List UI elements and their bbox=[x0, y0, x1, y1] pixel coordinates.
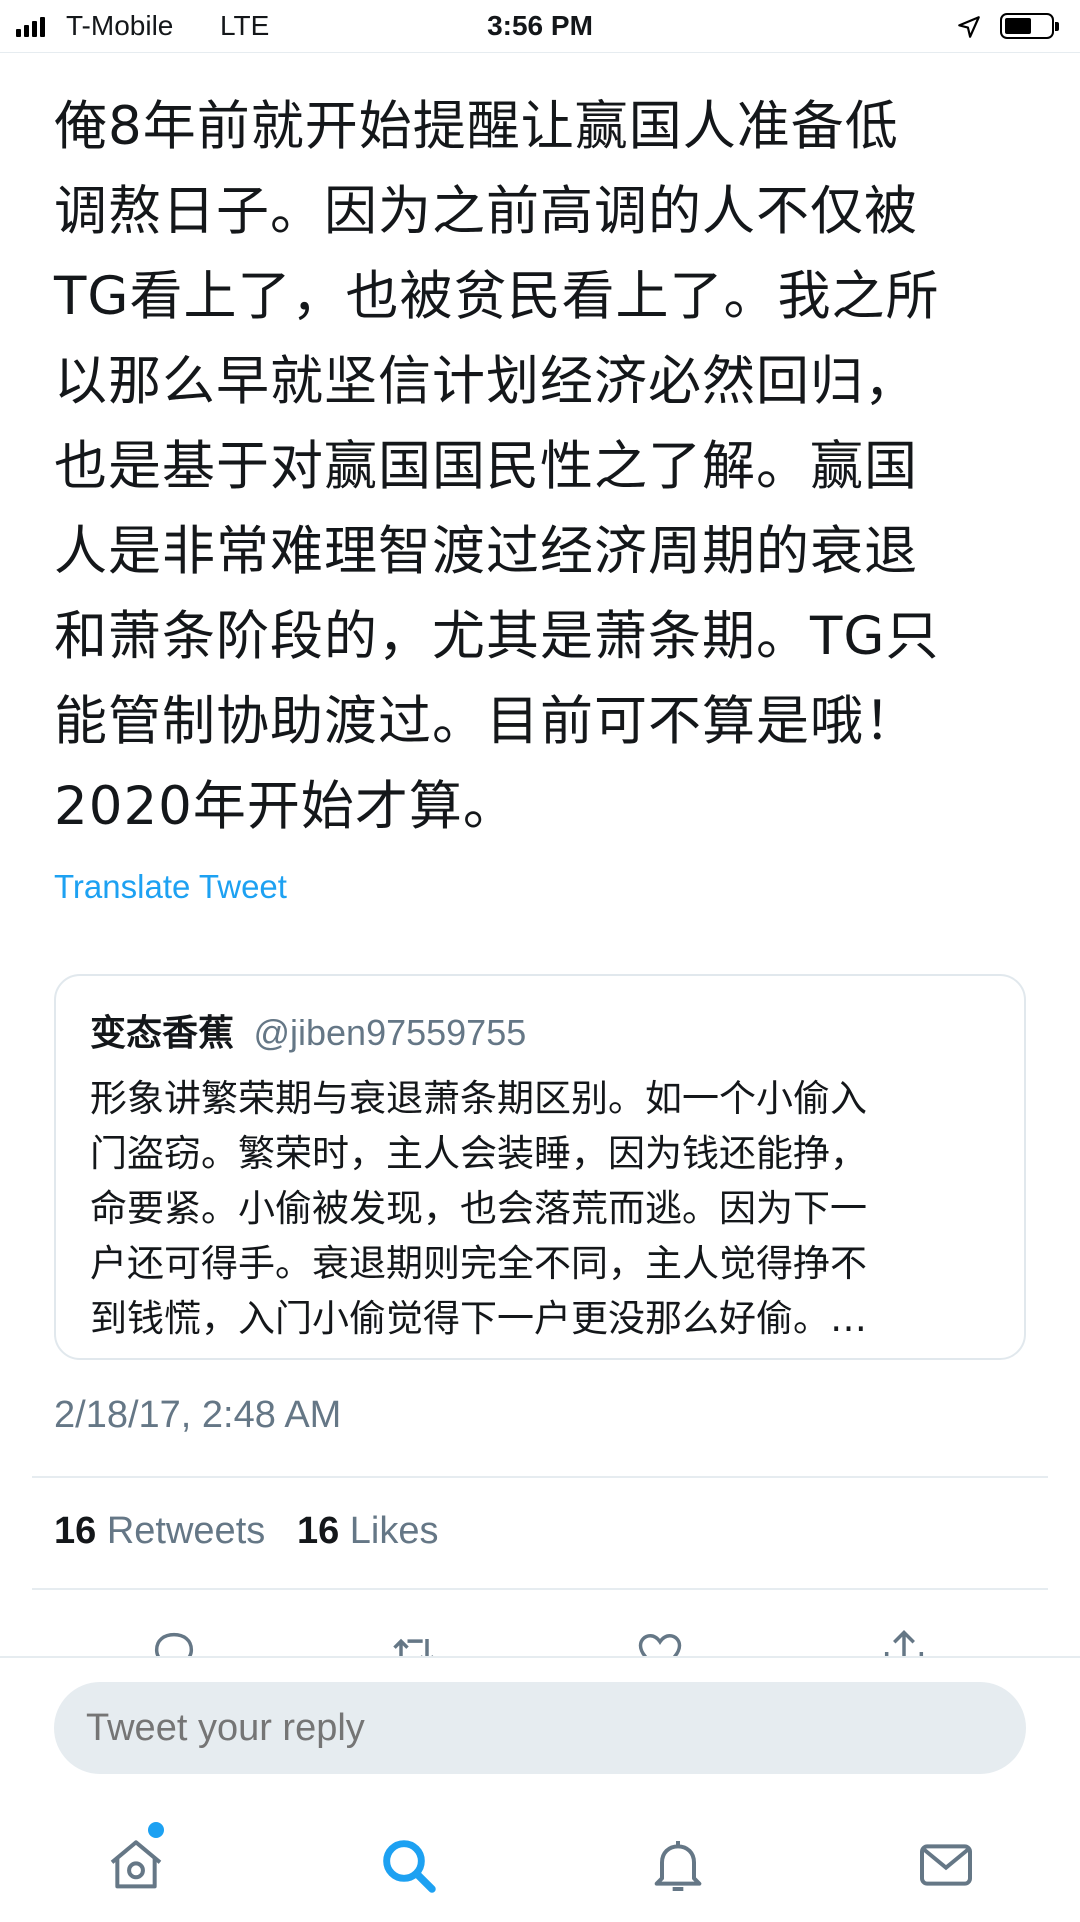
quoted-text-line: 到钱慌，入门小偷觉得下一户更没那么好偷。… bbox=[90, 1297, 867, 1340]
quoted-tweet-header: 变态香蕉 @jiben97559755 bbox=[90, 1004, 526, 1056]
reply-icon[interactable] bbox=[148, 1626, 200, 1658]
quoted-text-line: 门盗窃。繁荣时，主人会装睡，因为钱还能挣， bbox=[90, 1132, 867, 1175]
retweets-count: 16 bbox=[54, 1510, 97, 1552]
location-arrow-icon bbox=[958, 16, 980, 38]
tweet-text: 俺8年前就开始提醒让赢国人准备低 调熬日子。因为之前高调的人不仅被 TG看上了，… bbox=[54, 84, 1034, 849]
quoted-tweet-text: 形象讲繁荣期与衰退萧条期区别。如一个小偷入 门盗窃。繁荣时，主人会装睡，因为钱还… bbox=[90, 1071, 1000, 1346]
battery-icon bbox=[1000, 13, 1059, 39]
messages-icon[interactable] bbox=[914, 1833, 978, 1897]
tweet-text-line: 调熬日子。因为之前高调的人不仅被 bbox=[54, 181, 918, 242]
translate-tweet-link[interactable]: Translate Tweet bbox=[54, 868, 287, 906]
reply-bar bbox=[0, 1656, 1080, 1922]
retweets-label: Retweets bbox=[106, 1510, 266, 1552]
tweet-actions bbox=[0, 1618, 1080, 1658]
tweet-stats: 16 Retweets 16 Likes bbox=[54, 1510, 439, 1553]
quoted-author-handle: @jiben97559755 bbox=[253, 1012, 527, 1053]
likes-stat[interactable]: 16 Likes bbox=[297, 1510, 439, 1552]
retweet-icon[interactable] bbox=[388, 1626, 440, 1658]
status-time: 3:56 PM bbox=[487, 10, 593, 41]
like-icon[interactable] bbox=[634, 1626, 686, 1658]
divider bbox=[32, 1588, 1048, 1590]
retweets-stat[interactable]: 16 Retweets bbox=[54, 1510, 265, 1552]
reply-input[interactable] bbox=[54, 1682, 1026, 1774]
tweet-text-line: 也是基于对赢国国民性之了解。赢国 bbox=[54, 436, 918, 497]
quoted-tweet-card[interactable]: 变态香蕉 @jiben97559755 形象讲繁荣期与衰退萧条期区别。如一个小偷… bbox=[54, 974, 1026, 1360]
share-icon[interactable] bbox=[878, 1626, 930, 1658]
quoted-text-line: 形象讲繁荣期与衰退萧条期区别。如一个小偷入 bbox=[90, 1077, 867, 1120]
quoted-text-line: 命要紧。小偷被发现，也会落荒而逃。因为下一 bbox=[90, 1187, 867, 1230]
likes-label: Likes bbox=[349, 1510, 439, 1552]
search-icon[interactable] bbox=[376, 1833, 440, 1897]
tweet-timestamp: 2/18/17, 2:48 AM bbox=[54, 1394, 342, 1436]
divider bbox=[32, 1476, 1048, 1478]
home-icon[interactable] bbox=[104, 1833, 168, 1897]
tweet-text-line: 能管制协助渡过。目前可不算是哦！ bbox=[54, 691, 918, 752]
status-bar: T-Mobile LTE 3:56 PM bbox=[0, 0, 1080, 53]
likes-count: 16 bbox=[296, 1510, 340, 1552]
quoted-text-line: 户还可得手。衰退期则完全不同，主人觉得挣不 bbox=[90, 1242, 867, 1285]
notifications-icon[interactable] bbox=[646, 1833, 710, 1897]
tweet-text-line: 以那么早就坚信计划经济必然回归， bbox=[54, 351, 918, 412]
tweet-text-line: TG看上了，也被贫民看上了。我之所 bbox=[54, 266, 940, 327]
tweet-text-line: 2020年开始才算。 bbox=[54, 776, 517, 837]
quoted-author-name: 变态香蕉 bbox=[90, 1013, 235, 1054]
tweet-text-line: 和萧条阶段的，尤其是萧条期。TG只 bbox=[54, 606, 940, 667]
new-content-dot bbox=[148, 1822, 164, 1838]
tweet-text-line: 人是非常难理智渡过经济周期的衰退 bbox=[54, 521, 918, 582]
tweet-text-line: 俺8年前就开始提醒让赢国人准备低 bbox=[54, 96, 899, 157]
